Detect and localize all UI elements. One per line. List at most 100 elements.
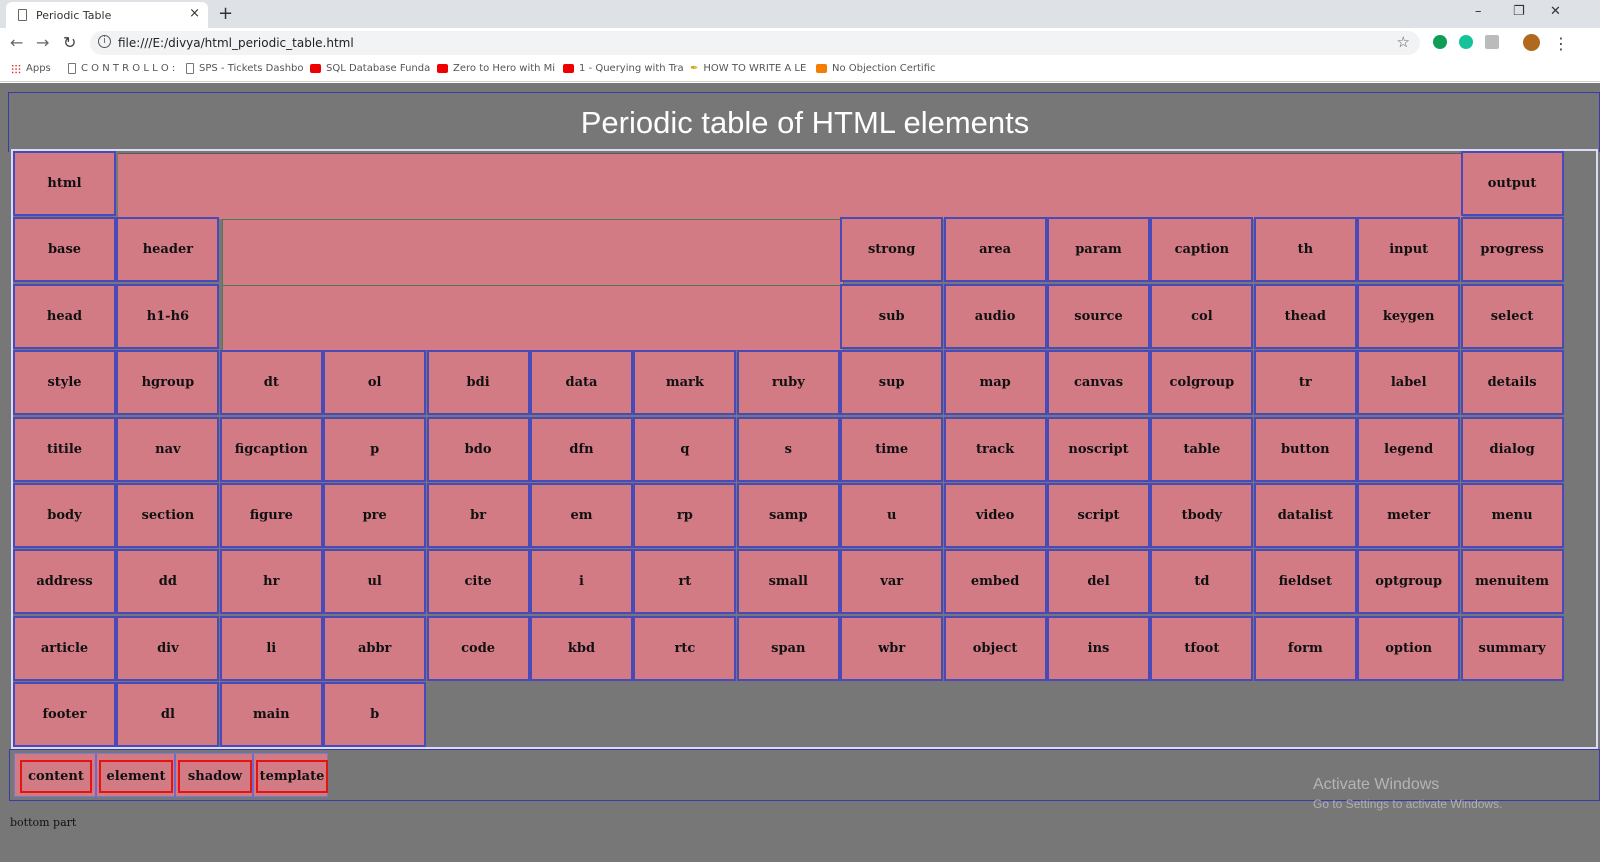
element-cell: ins [1047,615,1150,681]
element-cell: em [530,483,633,548]
extension-icon[interactable] [1433,35,1447,49]
bookmark-item[interactable]: SQL Database Funda [310,63,430,74]
element-cell: dd [116,549,220,615]
minimize-button[interactable]: – [1475,4,1482,19]
element-cell: dfn [530,416,633,482]
element-cell: table [1150,416,1254,482]
page-icon [186,63,194,74]
element-cell: dialog [1460,416,1564,482]
element-cell: var [840,549,944,615]
element-cell: i [530,549,633,615]
element-cell: figcaption [219,416,323,482]
bookmark-item[interactable]: 1 - Querying with Tra [563,63,684,74]
element-cell: base [13,217,116,283]
element-cell: br [426,483,530,548]
element-cell: abbr [323,615,427,681]
address-bar[interactable]: i file:///E:/divya/html_periodic_table.h… [90,31,1420,55]
new-tab-button[interactable]: + [218,3,233,24]
element-cell: data [530,350,633,416]
grammarly-icon[interactable] [1459,35,1473,49]
element-cell: h1-h6 [116,283,220,349]
page-content: Periodic table of HTML elements html outp… [0,83,1600,862]
bookmark-item[interactable]: ✒ HOW TO WRITE A LE [690,63,806,74]
bookmark-item[interactable]: No Objection Certific [816,63,936,74]
back-arrow-icon[interactable]: ← [10,33,23,52]
element-cell: figure [219,483,323,548]
extension-icon[interactable] [1485,35,1499,49]
page-icon [18,9,27,21]
bookmark-star-icon[interactable]: ☆ [1397,33,1410,51]
bookmarks-bar: Apps C O N T R O L L O : SPS - Tickets D… [0,58,1600,82]
element-cell: hr [219,549,323,615]
element-cell: nav [116,416,220,482]
forward-arrow-icon[interactable]: → [36,33,49,52]
web-component-cell: shadow [178,760,252,793]
browser-tab[interactable]: Periodic Table × [6,2,208,28]
element-cell: menuitem [1460,549,1564,615]
periodic-table: html output base header strong area param capti… [11,149,1598,749]
element-cell: mark [633,350,737,416]
element-cell: embed [943,549,1047,615]
restore-button[interactable]: ❐ [1513,4,1525,19]
close-tab-icon[interactable]: × [189,6,200,21]
url-text[interactable]: file:///E:/divya/html_periodic_table.htm… [118,36,354,50]
avatar[interactable] [1523,34,1540,51]
element-cell: titile [13,416,116,482]
element-cell: dt [219,350,323,416]
element-cell: summary [1460,615,1564,681]
bookmark-item[interactable]: C O N T R O L L O : [68,63,175,74]
element-cell: html [13,151,116,216]
element-cell: video [943,483,1047,548]
reload-icon[interactable]: ↻ [63,33,76,52]
element-cell: ul [323,549,427,615]
element-cell: thead [1253,283,1357,349]
element-cell: progress [1460,217,1564,283]
apps-grid-icon [11,63,21,74]
empty-span-rows-2-3 [222,219,844,351]
element-cell: map [943,350,1047,416]
element-cell: ol [323,350,427,416]
element-cell: rt [633,549,737,615]
element-cell: q [633,416,737,482]
element-cell: rp [633,483,737,548]
bookmark-item[interactable]: SPS - Tickets Dashbo [186,63,304,74]
element-cell: tr [1253,350,1357,416]
bookmark-item[interactable]: Zero to Hero with Mi [437,63,555,74]
element-cell: menu [1460,483,1564,548]
element-cell: noscript [1047,416,1150,482]
menu-icon[interactable]: ⋮ [1553,34,1569,53]
element-cell: address [13,549,116,615]
web-component-cell: content [20,760,92,793]
element-cell: source [1047,283,1150,349]
element-cell: b [323,682,427,748]
element-cell: tbody [1150,483,1254,548]
element-cell: sup [840,350,944,416]
element-cell: style [13,350,116,416]
close-window-button[interactable]: ✕ [1550,4,1561,19]
element-cell: colgroup [1150,350,1254,416]
element-cell: meter [1357,483,1461,548]
element-cell: section [116,483,220,548]
tab-title: Periodic Table [36,9,112,22]
element-cell: kbd [530,615,633,681]
element-cell: select [1460,283,1564,349]
element-cell: canvas [1047,350,1150,416]
info-icon[interactable]: i [98,35,111,48]
element-cell: header [116,217,220,283]
element-cell: footer [13,682,116,748]
element-cell: track [943,416,1047,482]
element-cell: button [1253,416,1357,482]
web-components-group: content element shadow template [14,753,328,798]
bookmark-apps[interactable]: Apps [11,63,51,74]
youtube-icon [563,64,574,73]
activate-windows-title: Activate Windows [1313,776,1440,793]
element-cell: tfoot [1150,615,1254,681]
element-cell: s [736,416,840,482]
element-cell: optgroup [1357,549,1461,615]
element-cell: pre [323,483,427,548]
element-cell: body [13,483,116,548]
element-cell: form [1253,615,1357,681]
element-cell: p [323,416,427,482]
element-cell: script [1047,483,1150,548]
pen-icon: ✒ [690,63,699,74]
